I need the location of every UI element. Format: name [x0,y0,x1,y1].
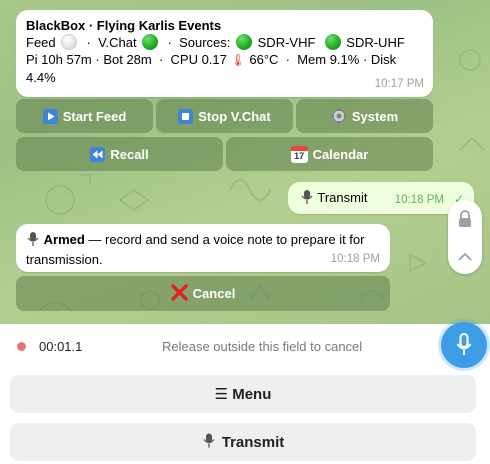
source-uhf-label: SDR-UHF [346,35,405,50]
disk-text: 4.4% [26,70,56,85]
system-button[interactable]: System [296,99,433,133]
uptime-text: Pi 10h 57m · Bot 28m [26,52,152,67]
armed-timestamp: 10:18 PM [330,253,380,265]
stop-vchat-label: Stop V.Chat [198,108,271,124]
status-timestamp: 10:17 PM [374,78,424,90]
menu-reply-button[interactable]: ☰ Menu [10,375,476,413]
recording-indicator-dot [17,342,26,351]
temperature-text: 66°C [249,52,279,67]
status-title: BlackBox · Flying Karlis Events [26,18,222,33]
outgoing-transmit-message: Transmit 10:18 PM ✓ [288,182,474,214]
cancel-button[interactable]: Cancel [16,276,390,311]
rewind-icon [90,146,106,162]
stop-icon [178,108,194,124]
vchat-label: V.Chat [98,35,137,50]
armed-bold-text: Armed [43,232,85,247]
armed-message: Armed — record and send a voice note to … [16,224,390,272]
source-vhf-green-circle-icon [236,34,253,50]
system-label: System [351,108,399,124]
status-message: BlackBox · Flying Karlis Events Feed · V… [16,10,433,97]
release-to-cancel-hint: Release outside this field to cancel [162,339,363,354]
record-voice-button[interactable] [441,322,487,368]
calendar-label: Calendar [312,146,369,162]
menu-label: ☰ Menu [214,386,272,403]
status-line-feeds: Feed · V.Chat · Sources: SDR-VHF SDR-UHF [26,34,423,51]
source-uhf-green-circle-icon [324,34,341,50]
start-feed-label: Start Feed [62,108,127,124]
recording-input-bar[interactable]: 00:01.1 Release outside this field to ca… [0,324,490,370]
transmit-reply-button[interactable]: Transmit [10,423,476,461]
cancel-label: Cancel [192,286,236,301]
feed-status-white-circle-icon [61,34,78,50]
thermometer-icon: 🌡 [230,53,246,67]
separator: · [167,35,172,50]
status-line-system: Pi 10h 57m · Bot 28m · CPU 0.17 🌡 66°C ·… [26,52,397,67]
source-vhf-label: SDR-VHF [257,35,316,50]
vchat-status-green-circle-icon [142,34,159,50]
lock-icon [457,210,473,231]
microphone-icon [202,432,216,453]
calendar-icon: 17 [290,145,308,163]
lock-recording-control[interactable] [448,200,482,274]
microphone-icon [26,231,40,251]
chevron-up-icon [457,250,473,265]
outgoing-transmit-text: Transmit [317,190,368,205]
play-icon [42,108,58,124]
recall-button[interactable]: Recall [16,137,223,171]
memory-text: Mem 9.1% · Disk [297,52,397,67]
recall-label: Recall [110,146,149,162]
transmit-label: Transmit [221,433,285,451]
feed-label: Feed [26,35,56,50]
recording-timer: 00:01.1 [39,339,83,354]
stop-vchat-button[interactable]: Stop V.Chat [156,99,293,133]
start-feed-button[interactable]: Start Feed [16,99,153,133]
separator: · [86,35,91,50]
gear-icon [331,108,347,124]
calendar-button[interactable]: 17 Calendar [226,137,433,171]
outgoing-timestamp: 10:18 PM [394,194,444,206]
microphone-icon [300,189,314,209]
sources-label: Sources: [179,35,231,50]
cpu-text: CPU 0.17 [170,52,227,67]
microphone-icon [456,333,472,360]
red-x-icon [170,283,188,304]
